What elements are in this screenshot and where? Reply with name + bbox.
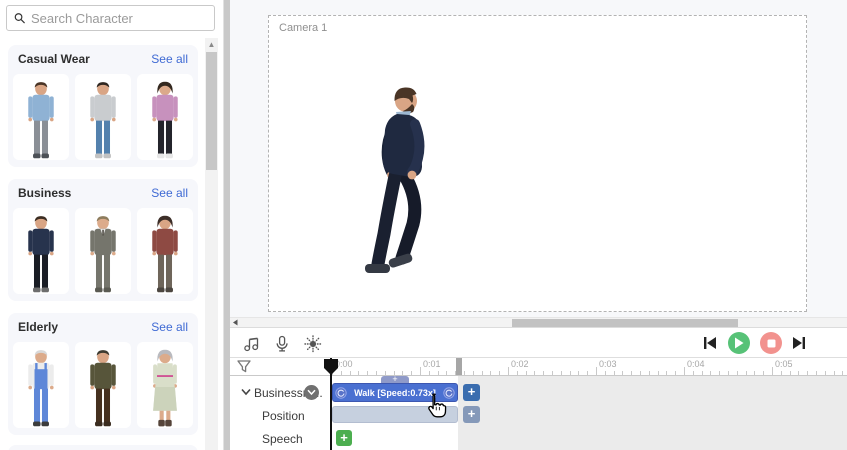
ruler-label: 0:04 (687, 359, 705, 369)
filter-icon[interactable] (237, 360, 251, 374)
character-figure-man-gray-suit (90, 216, 116, 293)
skip-to-end-button[interactable] (792, 336, 806, 350)
play-icon (735, 337, 744, 349)
loop-icon[interactable] (335, 386, 347, 399)
project-end-marker[interactable] (456, 358, 462, 375)
scroll-left-icon[interactable] (231, 318, 240, 327)
character-figure-man-plaid-shirt (90, 350, 116, 427)
track-label-speech[interactable]: Speech (262, 432, 303, 446)
add-speech-button[interactable]: + (336, 430, 352, 446)
section-title: Business (18, 186, 72, 200)
ruler-label: 0:05 (775, 359, 793, 369)
camera-label: Camera 1 (279, 22, 328, 34)
partial-section-card (8, 445, 198, 450)
see-all-link[interactable]: See all (151, 320, 188, 334)
ruler-label: 0:02 (511, 359, 529, 369)
ruler-label: 0:03 (599, 359, 617, 369)
character-animation-app: Casual Wear See all (0, 0, 847, 450)
music-icon[interactable] (243, 335, 261, 353)
timeline-toolbar (230, 327, 847, 358)
character-thumb-man-plaid-shirt[interactable] (75, 342, 131, 428)
skip-to-start-button[interactable] (703, 336, 717, 350)
section-card-elderly: Elderly See all (8, 313, 198, 435)
character-figure-man-gray-polo-jeans (90, 82, 116, 159)
brightness-icon[interactable] (304, 335, 322, 353)
timeline-ruler[interactable]: 0:00 0:01 0:02 0:03 0:04 0:05 (230, 358, 847, 376)
ruler-ticks[interactable]: 0:00 0:01 0:02 0:03 0:04 0:05 (330, 358, 847, 375)
add-position-button[interactable]: + (463, 406, 480, 423)
sidebar-scrollbar[interactable]: ▲ (205, 38, 218, 450)
hand-cursor (428, 393, 447, 418)
character-thumb-man-gray-polo-jeans[interactable] (75, 74, 131, 160)
character-figure-man-blue-overalls (28, 350, 54, 427)
chevron-down-icon (307, 389, 316, 396)
section-title: Casual Wear (18, 52, 90, 66)
track-label-position[interactable]: Position (262, 409, 305, 423)
see-all-link[interactable]: See all (151, 186, 188, 200)
search-input[interactable] (31, 10, 207, 26)
character-options-badge[interactable] (304, 385, 319, 400)
playhead-handle[interactable] (324, 359, 338, 375)
character-thumb-woman-maroon-blazer[interactable] (137, 208, 193, 294)
character-figure-woman-floral-dress (153, 349, 177, 427)
panel-divider (223, 0, 230, 450)
microphone-icon[interactable] (273, 335, 291, 353)
character-figure-man-navy-sweater (28, 216, 54, 293)
character-thumb-man-gray-suit[interactable] (75, 208, 131, 294)
character-figure-woman-maroon-blazer (152, 215, 178, 293)
character-thumb-man-blue-shirt[interactable] (13, 74, 69, 160)
stop-icon (767, 339, 775, 347)
character-thumb-man-blue-overalls[interactable] (13, 342, 69, 428)
character-figure-man-blue-shirt (28, 82, 54, 159)
character-thumb-woman-floral-dress[interactable] (137, 342, 193, 428)
add-animation-button[interactable]: + (463, 384, 480, 401)
chevron-down-icon[interactable] (241, 388, 251, 396)
stop-button[interactable] (760, 332, 782, 354)
section-title: Elderly (18, 320, 59, 334)
play-button[interactable] (728, 332, 750, 354)
canvas-scrollbar-thumb[interactable] (512, 319, 738, 327)
canvas-character-walking-man[interactable] (343, 78, 458, 310)
section-card-casual-wear: Casual Wear See all (8, 45, 198, 167)
see-all-link[interactable]: See all (151, 52, 188, 66)
sidebar-scrollbar-thumb[interactable] (206, 52, 217, 170)
scroll-up-icon[interactable]: ▲ (207, 40, 216, 49)
ruler-label: 0:01 (423, 359, 441, 369)
search-icon (14, 13, 25, 24)
canvas-horizontal-scrollbar[interactable] (230, 317, 847, 327)
section-card-business: Business See all (8, 179, 198, 301)
timeline-tracks: Businessm... Position Speech (230, 376, 847, 450)
camera-frame[interactable]: Camera 1 (268, 15, 807, 312)
character-thumb-man-navy-sweater[interactable] (13, 208, 69, 294)
character-thumb-woman-pink-sweater[interactable] (137, 74, 193, 160)
character-search-box (6, 5, 215, 31)
character-figure-woman-pink-sweater (152, 81, 178, 159)
track-label-column: Businessm... Position Speech (230, 376, 330, 450)
stage-area: Camera 1 (230, 0, 847, 317)
